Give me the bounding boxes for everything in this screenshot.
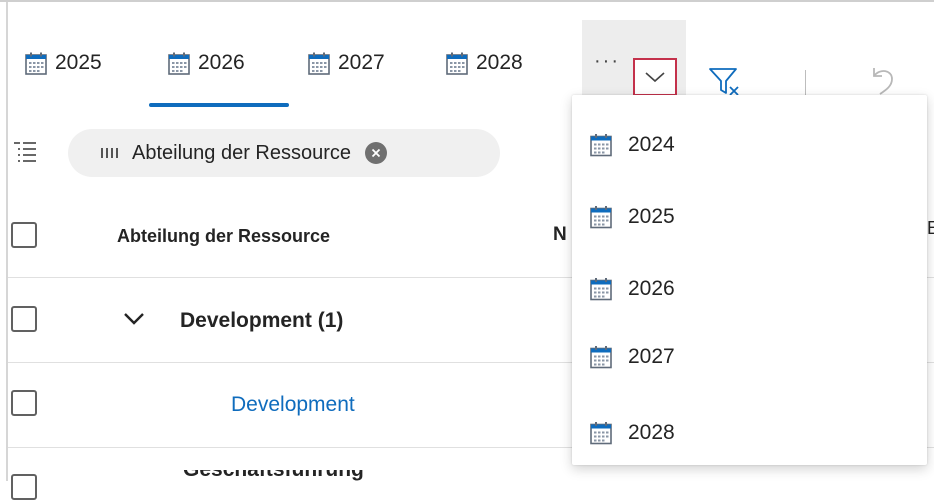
clear-filter-icon[interactable] bbox=[708, 66, 744, 98]
group-row-partial: Geschäftsführung bbox=[183, 470, 383, 481]
record-link-development[interactable]: Development bbox=[231, 393, 355, 417]
menu-item-year-2024[interactable]: 2024 bbox=[572, 119, 927, 171]
menu-item-label: 2027 bbox=[628, 345, 675, 368]
group-row-label: Geschäftsführung bbox=[183, 470, 383, 481]
row-checkbox[interactable] bbox=[11, 390, 37, 416]
toolbar-divider bbox=[805, 70, 806, 96]
year-dropdown-menu: 2024 2025 2026 2027 2028 bbox=[572, 95, 927, 465]
row-checkbox[interactable] bbox=[11, 306, 37, 332]
column-header-partial[interactable]: E bbox=[927, 218, 934, 239]
tab-label: 2028 bbox=[476, 51, 523, 74]
menu-item-label: 2028 bbox=[628, 421, 675, 444]
column-header-name[interactable]: N bbox=[553, 224, 567, 246]
tab-label: 2027 bbox=[338, 51, 385, 74]
select-all-checkbox[interactable] bbox=[11, 222, 37, 248]
calendar-icon bbox=[590, 345, 612, 369]
calendar-icon bbox=[590, 205, 612, 229]
window-top-border bbox=[0, 0, 934, 2]
tab-label: 2026 bbox=[198, 51, 245, 74]
window-left-border bbox=[6, 2, 8, 481]
tab-year-2028[interactable]: 2028 bbox=[446, 46, 523, 80]
group-by-chip[interactable]: Abteilung der Ressource bbox=[68, 129, 500, 177]
chevron-down-icon[interactable] bbox=[120, 306, 148, 330]
tab-year-2027[interactable]: 2027 bbox=[308, 46, 385, 80]
menu-item-label: 2025 bbox=[628, 205, 675, 228]
tab-label: 2025 bbox=[55, 51, 102, 74]
more-years-button[interactable]: ··· bbox=[594, 50, 620, 73]
menu-item-label: 2026 bbox=[628, 277, 675, 300]
tab-year-2025[interactable]: 2025 bbox=[25, 46, 102, 80]
calendar-icon bbox=[168, 52, 190, 75]
calendar-icon bbox=[308, 52, 330, 75]
group-by-icon[interactable] bbox=[12, 140, 38, 162]
calendar-icon bbox=[446, 52, 468, 75]
calendar-icon bbox=[590, 277, 612, 301]
menu-item-year-2025[interactable]: 2025 bbox=[572, 191, 927, 243]
tab-year-2026[interactable]: 2026 bbox=[168, 46, 245, 80]
group-row-development: Development (1) bbox=[180, 309, 344, 332]
year-dropdown-button[interactable] bbox=[633, 58, 677, 96]
row-checkbox[interactable] bbox=[11, 474, 37, 500]
drag-grip-icon[interactable] bbox=[100, 146, 120, 160]
chevron-down-icon bbox=[645, 72, 665, 83]
menu-item-label: 2024 bbox=[628, 133, 675, 156]
calendar-icon bbox=[590, 133, 612, 157]
remove-grouping-button[interactable] bbox=[365, 142, 388, 164]
column-header-abteilung[interactable]: Abteilung der Ressource bbox=[117, 226, 330, 247]
calendar-icon bbox=[590, 421, 612, 445]
menu-item-year-2028[interactable]: 2028 bbox=[572, 407, 927, 459]
menu-item-year-2026[interactable]: 2026 bbox=[572, 263, 927, 315]
menu-item-year-2027[interactable]: 2027 bbox=[572, 331, 927, 383]
calendar-icon bbox=[25, 52, 47, 75]
close-icon bbox=[371, 148, 381, 158]
undo-icon[interactable] bbox=[868, 64, 896, 98]
group-by-chip-label: Abteilung der Ressource bbox=[132, 141, 352, 164]
selected-tab-indicator bbox=[149, 103, 289, 107]
